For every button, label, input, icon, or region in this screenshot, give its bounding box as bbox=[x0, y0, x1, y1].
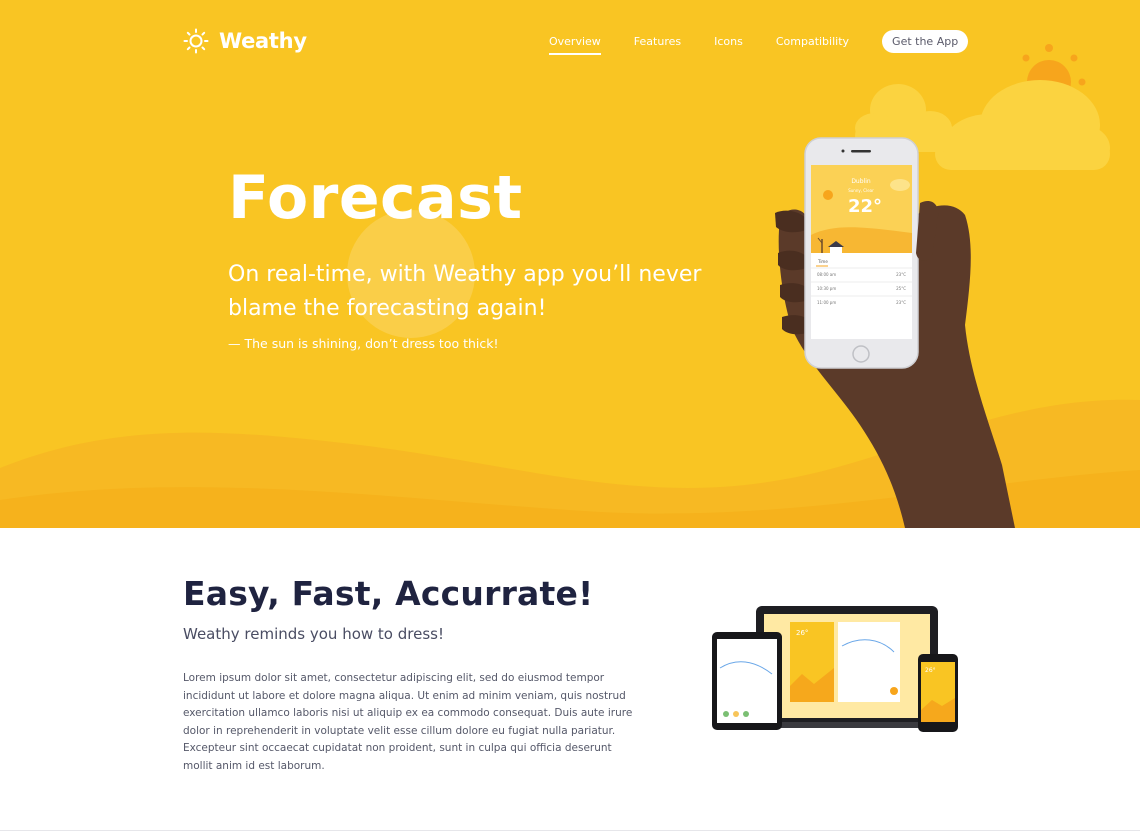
hero-subtitle: On real-time, with Weathy app you’ll nev… bbox=[228, 262, 702, 321]
phone-row-temp: 23°C bbox=[896, 300, 906, 305]
phone-city: Dublin bbox=[851, 178, 871, 185]
phone-row-temp: 25°C bbox=[896, 286, 906, 291]
phone-row-time: 08:00 am bbox=[817, 272, 836, 277]
main-nav: Overview Features Icons Compatibility Ge… bbox=[549, 30, 969, 55]
phone-condition: Sunny, Clear bbox=[848, 188, 874, 193]
nav-link-overview[interactable]: Overview bbox=[549, 31, 601, 55]
phone-mockup-temperature: 26° bbox=[925, 667, 936, 674]
phone-row-time: 11:00 pm bbox=[817, 300, 836, 305]
phone-temperature: 22° bbox=[848, 196, 882, 217]
sun-icon bbox=[183, 28, 209, 54]
feature-title: Easy, Fast, Accurrate! bbox=[183, 574, 594, 613]
get-the-app-button[interactable]: Get the App bbox=[882, 30, 969, 53]
hero-title: Forecast bbox=[228, 163, 523, 233]
phone-row-temp: 23°C bbox=[896, 272, 906, 277]
brand-logo[interactable]: Weathy bbox=[183, 28, 307, 54]
brand-name: Weathy bbox=[219, 29, 307, 53]
nav-link-icons[interactable]: Icons bbox=[714, 31, 743, 52]
laptop-temperature: 26° bbox=[796, 629, 808, 637]
hand-holding-phone-image: Dublin Sunny, Clear 22° Time 08:00 am 23… bbox=[775, 137, 1015, 528]
nav-link-features[interactable]: Features bbox=[634, 31, 681, 52]
hero-quote: — The sun is shining, don’t dress too th… bbox=[228, 336, 499, 351]
nav-link-compatibility[interactable]: Compatibility bbox=[776, 31, 849, 52]
section-divider bbox=[0, 830, 1140, 831]
feature-body: Lorem ipsum dolor sit amet, consectetur … bbox=[183, 672, 633, 772]
feature-subtitle: Weathy reminds you how to dress! bbox=[183, 625, 444, 643]
phone-row-time: 10:30 pm bbox=[817, 286, 836, 291]
feature-section: Easy, Fast, Accurrate! Weathy reminds yo… bbox=[0, 528, 1140, 840]
phone-tab-time: Time bbox=[817, 259, 828, 264]
devices-mockup-image: 26° 26° bbox=[712, 606, 958, 732]
hero-section: Weathy Overview Features Icons Compatibi… bbox=[0, 0, 1140, 528]
